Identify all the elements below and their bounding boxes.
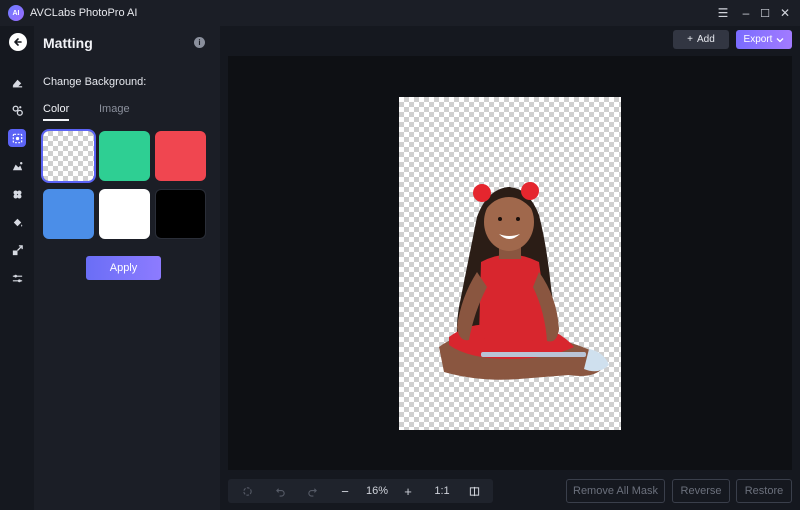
add-label: Add [697, 34, 715, 45]
menu-icon[interactable]: ☰ [714, 4, 732, 22]
remove-all-mask-button[interactable]: Remove All Mask [566, 479, 665, 503]
refresh-icon [242, 486, 252, 496]
matting-icon [12, 133, 22, 143]
maximize-button[interactable]: ☐ [756, 4, 774, 22]
undo-icon [275, 487, 285, 497]
redo-icon [307, 487, 317, 497]
swatch-green[interactable] [99, 131, 150, 181]
minimize-button[interactable]: – [737, 4, 755, 22]
actual-size-button[interactable]: 1:1 [430, 479, 454, 503]
reset-button[interactable] [238, 479, 256, 503]
eraser-tool[interactable] [8, 73, 26, 91]
apply-button[interactable]: Apply [86, 256, 161, 280]
swatch-black[interactable] [155, 189, 206, 239]
adjust-tool[interactable] [8, 269, 26, 287]
zoom-in-button[interactable]: + [399, 479, 417, 503]
upscale-icon [12, 244, 23, 255]
undo-button[interactable] [271, 479, 289, 503]
add-button[interactable]: + Add [673, 30, 729, 49]
cutout-subject-image [439, 182, 609, 380]
info-icon[interactable]: i [194, 37, 205, 48]
swatch-transparent[interactable] [41, 129, 96, 183]
adjust-icon [12, 274, 22, 282]
face-enhance-icon [12, 105, 23, 116]
face-enhance-tool[interactable] [8, 101, 26, 119]
swatch-blue[interactable] [43, 189, 94, 239]
app-logo: AI [8, 5, 24, 21]
app-title: AVCLabs PhotoPro AI [30, 7, 138, 19]
export-button[interactable]: Export [736, 30, 792, 49]
compare-button[interactable] [465, 479, 483, 503]
panel-title: Matting [43, 35, 93, 51]
paint-bucket-icon [13, 218, 22, 227]
object-remove-icon [12, 161, 22, 170]
zoom-level: 16% [365, 485, 389, 497]
arrow-left-icon [14, 38, 22, 46]
object-remove-tool[interactable] [8, 157, 26, 175]
plus-icon: + [687, 34, 694, 45]
image-preview[interactable] [399, 97, 621, 430]
zoom-out-button[interactable]: − [336, 479, 354, 503]
close-button[interactable]: ✕ [776, 4, 794, 22]
colorize-icon [13, 190, 21, 198]
tab-color[interactable]: Color [43, 103, 70, 121]
reverse-button[interactable]: Reverse [672, 479, 730, 503]
title-bar: AI AVCLabs PhotoPro AI ☰ – ☐ ✕ [0, 0, 800, 26]
swatch-white[interactable] [99, 189, 150, 239]
paint-bucket-tool[interactable] [8, 213, 26, 231]
tab-image[interactable]: Image [99, 103, 130, 119]
redo-button[interactable] [303, 479, 321, 503]
chevron-down-icon [776, 37, 784, 42]
swatch-red[interactable] [155, 131, 206, 181]
change-background-label: Change Background: [43, 76, 147, 88]
eraser-icon [12, 79, 22, 87]
export-label: Export [743, 34, 773, 45]
matting-tool[interactable] [8, 129, 26, 147]
restore-button[interactable]: Restore [736, 479, 792, 503]
compare-icon [469, 486, 479, 496]
back-button[interactable] [9, 33, 27, 51]
upscale-tool[interactable] [8, 241, 26, 259]
colorize-tool[interactable] [8, 185, 26, 203]
tool-rail [0, 26, 34, 510]
